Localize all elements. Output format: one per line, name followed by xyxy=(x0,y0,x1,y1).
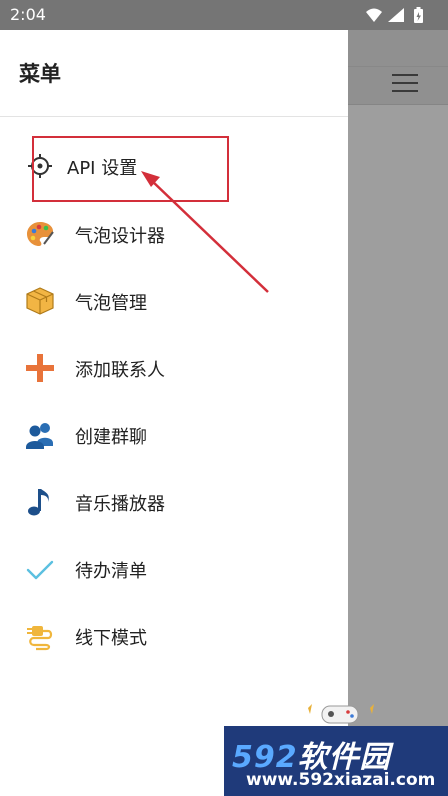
menu-item-add-contact[interactable]: 添加联系人 xyxy=(0,338,348,398)
menu-item-bubble-designer[interactable]: 气泡设计器 xyxy=(0,204,348,264)
signal-icon xyxy=(388,8,404,22)
menu-item-label: 音乐播放器 xyxy=(75,494,165,515)
menu-item-label: 添加联系人 xyxy=(75,360,165,381)
wifi-icon xyxy=(366,8,382,22)
gamepad-icon xyxy=(308,704,374,724)
menu-item-label: 气泡设计器 xyxy=(75,226,165,247)
checkmark-icon xyxy=(24,553,56,585)
menu-item-label: 待办清单 xyxy=(75,561,147,582)
annotation-highlight-box xyxy=(32,136,229,202)
status-bar: 2:04 xyxy=(0,0,448,30)
menu-item-label: 创建群聊 xyxy=(75,427,147,448)
menu-item-label: 气泡管理 xyxy=(75,293,147,314)
menu-item-offline-mode[interactable]: 线下模式 xyxy=(0,606,348,666)
group-icon xyxy=(24,419,56,451)
battery-charging-icon xyxy=(414,7,423,23)
plug-icon xyxy=(24,620,56,652)
drawer-title: 菜单 xyxy=(19,62,61,86)
menu-item-bubble-manager[interactable]: 气泡管理 xyxy=(0,271,348,331)
box-icon xyxy=(24,285,56,317)
plus-icon xyxy=(24,352,56,384)
status-time: 2:04 xyxy=(10,5,46,24)
status-icons xyxy=(364,6,436,24)
watermark: 592软件园 www.592xiazai.com xyxy=(224,726,448,796)
menu-item-create-group[interactable]: 创建群聊 xyxy=(0,405,348,465)
menu-item-label: 线下模式 xyxy=(75,628,147,649)
watermark-url: www.592xiazai.com xyxy=(246,770,436,790)
music-note-icon xyxy=(24,486,56,518)
palette-icon xyxy=(24,218,56,250)
drawer-divider xyxy=(0,116,348,117)
hamburger-menu-icon[interactable] xyxy=(392,74,418,94)
menu-item-music-player[interactable]: 音乐播放器 xyxy=(0,472,348,532)
menu-item-todo-list[interactable]: 待办清单 xyxy=(0,539,348,599)
